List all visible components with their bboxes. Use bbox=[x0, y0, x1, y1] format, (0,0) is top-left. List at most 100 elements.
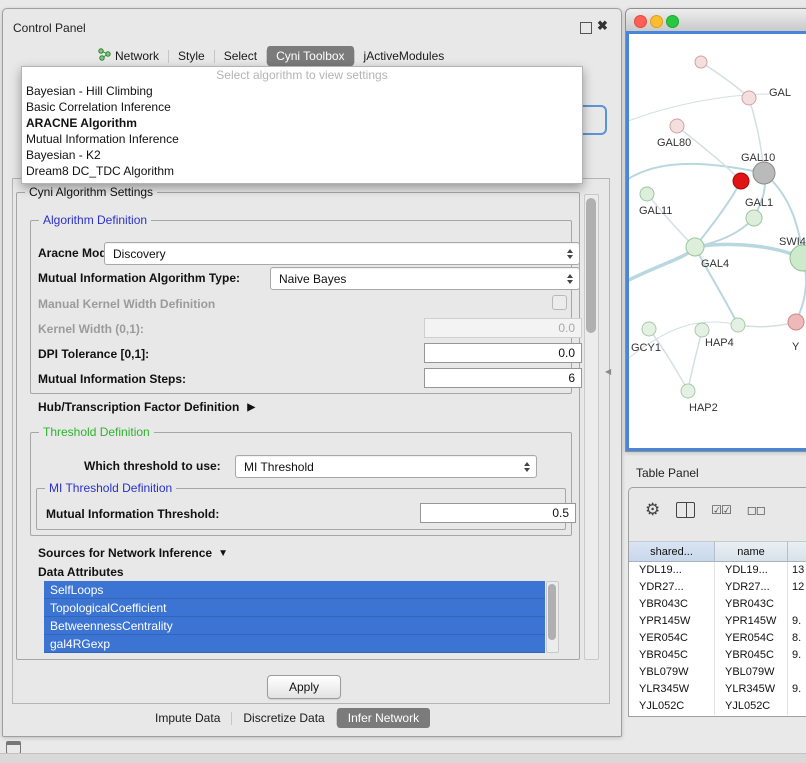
node-label: HAP2 bbox=[689, 402, 718, 414]
settings-scrollbar-thumb[interactable] bbox=[586, 198, 596, 333]
cell-name: YBL079W bbox=[715, 664, 788, 681]
tab-cyni-toolbox[interactable]: Cyni Toolbox bbox=[267, 46, 353, 66]
edge bbox=[695, 181, 741, 247]
dropdown-item[interactable]: Bayesian - Hill Climbing bbox=[22, 83, 582, 99]
attribute-item-selected[interactable]: gal4RGexp bbox=[44, 635, 545, 653]
attribute-item-selected[interactable]: SelfLoops bbox=[44, 581, 545, 599]
table-row[interactable]: YJL052C YJL052C bbox=[629, 698, 806, 715]
attributes-scrollbar-thumb[interactable] bbox=[548, 584, 556, 640]
tab-style-label: Style bbox=[178, 49, 205, 63]
tab-network[interactable]: Network bbox=[89, 45, 168, 67]
cell-shared-name: YPR145W bbox=[629, 613, 715, 630]
settings-scrollbar[interactable] bbox=[584, 194, 599, 660]
node-red-selected[interactable] bbox=[733, 173, 749, 189]
network-canvas[interactable]: GAL GAL80 GAL10 GAL11 GAL1 SWI4 GAL4 GCY… bbox=[626, 31, 806, 451]
tab-style[interactable]: Style bbox=[169, 46, 214, 66]
sources-section-header[interactable]: Sources for Network Inference ▼ bbox=[38, 546, 228, 560]
control-panel-tabs: Network Style Select Cyni Toolbox jActiv… bbox=[89, 45, 453, 67]
tab-select-label: Select bbox=[224, 49, 257, 63]
aracne-mode-select[interactable]: Discovery bbox=[104, 242, 580, 265]
node[interactable] bbox=[695, 56, 707, 68]
column-header-partial[interactable] bbox=[788, 541, 806, 562]
bottom-tabs: Impute Data Discretize Data Infer Networ… bbox=[144, 707, 430, 729]
zoom-traffic-icon[interactable] bbox=[666, 15, 679, 28]
close-traffic-icon[interactable] bbox=[634, 15, 647, 28]
table-header: shared... name bbox=[629, 541, 806, 562]
apply-button[interactable]: Apply bbox=[267, 675, 341, 699]
table-row[interactable]: YBL079W YBL079W bbox=[629, 664, 806, 681]
checked-boxes-icon[interactable]: ☑☑ bbox=[711, 503, 731, 517]
cell-name: YBR045C bbox=[715, 647, 788, 664]
node-gcy1[interactable] bbox=[642, 322, 656, 336]
tab-select[interactable]: Select bbox=[215, 46, 266, 66]
node-gal4[interactable] bbox=[686, 238, 704, 256]
columns-icon[interactable] bbox=[676, 502, 695, 518]
edge bbox=[647, 194, 695, 247]
float-window-icon[interactable] bbox=[580, 22, 592, 34]
hub-definition-section[interactable]: Hub/Transcription Factor Definition ▶ bbox=[38, 400, 255, 414]
node[interactable] bbox=[742, 91, 756, 105]
dropdown-item[interactable]: Basic Correlation Inference bbox=[22, 99, 582, 115]
table-row[interactable]: YPR145W YPR145W 9. bbox=[629, 613, 806, 630]
table-row[interactable]: YLR345W YLR345W 9. bbox=[629, 681, 806, 698]
table-row[interactable]: YDL19... YDL19... 13 bbox=[629, 562, 806, 579]
node-pink[interactable] bbox=[788, 314, 804, 330]
node-label: GAL1 bbox=[745, 197, 773, 209]
cell-value: 9. bbox=[788, 681, 806, 698]
cell-name: YDR27... bbox=[715, 579, 788, 596]
unchecked-boxes-icon[interactable]: ◻◻ bbox=[747, 503, 765, 517]
network-window-titlebar[interactable] bbox=[626, 9, 806, 32]
mi-threshold-field[interactable]: 0.5 bbox=[420, 503, 576, 523]
cell-value bbox=[788, 698, 806, 715]
table-row[interactable]: YER054C YER054C 8. bbox=[629, 630, 806, 647]
mi-steps-field[interactable]: 6 bbox=[424, 368, 582, 388]
node-hap2[interactable] bbox=[681, 384, 695, 398]
table-row[interactable]: YBR045C YBR045C 9. bbox=[629, 647, 806, 664]
algorithm-definition-title: Algorithm Definition bbox=[39, 213, 151, 227]
attributes-scrollbar[interactable] bbox=[546, 581, 559, 653]
close-icon[interactable]: ✖ bbox=[597, 19, 608, 33]
kernel-width-label: Kernel Width (0,1): bbox=[38, 322, 144, 336]
expanded-arrow-icon: ▼ bbox=[218, 548, 228, 559]
mi-threshold-label: Mutual Information Threshold: bbox=[46, 507, 219, 521]
edge bbox=[649, 329, 688, 391]
node-label: SWI4 bbox=[779, 236, 806, 248]
node-gal80[interactable] bbox=[670, 119, 684, 133]
mi-algorithm-type-value: Naive Bayes bbox=[279, 272, 346, 286]
table-row[interactable]: YBR043C YBR043C bbox=[629, 596, 806, 613]
cell-shared-name: YDL19... bbox=[629, 562, 715, 579]
cell-shared-name: YBR045C bbox=[629, 647, 715, 664]
attribute-item-selected[interactable]: BetweennessCentrality bbox=[44, 617, 545, 635]
column-header-name[interactable]: name bbox=[715, 541, 788, 562]
node[interactable] bbox=[731, 318, 745, 332]
node-swi4[interactable] bbox=[790, 245, 806, 271]
attribute-item-selected[interactable]: TopologicalCoefficient bbox=[44, 599, 545, 617]
gear-icon[interactable]: ⚙ bbox=[645, 501, 660, 518]
column-header-shared-name[interactable]: shared... bbox=[629, 541, 715, 562]
node-gal1[interactable] bbox=[746, 210, 762, 226]
splitter-collapse-icon[interactable]: ◀ bbox=[605, 367, 611, 376]
which-threshold-select[interactable]: MI Threshold bbox=[235, 455, 537, 478]
node-label: Y bbox=[792, 341, 800, 353]
tab-impute-data[interactable]: Impute Data bbox=[144, 708, 231, 728]
tab-infer-network[interactable]: Infer Network bbox=[337, 708, 430, 728]
dropdown-item-selected[interactable]: ARACNE Algorithm bbox=[22, 115, 582, 131]
node-gal11[interactable] bbox=[640, 187, 654, 201]
mi-algorithm-type-select[interactable]: Naive Bayes bbox=[270, 267, 580, 290]
minimize-traffic-icon[interactable] bbox=[650, 15, 663, 28]
node-gal10[interactable] bbox=[753, 162, 775, 184]
network-graph: GAL GAL80 GAL10 GAL11 GAL1 SWI4 GAL4 GCY… bbox=[629, 34, 806, 451]
dropdown-item[interactable]: Dream8 DC_TDC Algorithm bbox=[22, 163, 582, 179]
dropdown-item[interactable]: Bayesian - K2 bbox=[22, 147, 582, 163]
dropdown-item[interactable]: Mutual Information Inference bbox=[22, 131, 582, 147]
tab-jactivemodules[interactable]: jActiveModules bbox=[355, 46, 454, 66]
algorithm-dropdown-popup: Select algorithm to view settings Bayesi… bbox=[21, 66, 583, 184]
cell-value: 8. bbox=[788, 630, 806, 647]
manual-kernel-width-checkbox[interactable] bbox=[552, 295, 567, 310]
table-row[interactable]: YDR27... YDR27... 12 bbox=[629, 579, 806, 596]
dpi-tolerance-field[interactable]: 0.0 bbox=[424, 343, 582, 363]
node-hap4[interactable] bbox=[695, 323, 709, 337]
kernel-width-field: 0.0 bbox=[424, 318, 582, 338]
dropdown-placeholder: Select algorithm to view settings bbox=[22, 67, 582, 83]
tab-discretize-data[interactable]: Discretize Data bbox=[232, 708, 335, 728]
